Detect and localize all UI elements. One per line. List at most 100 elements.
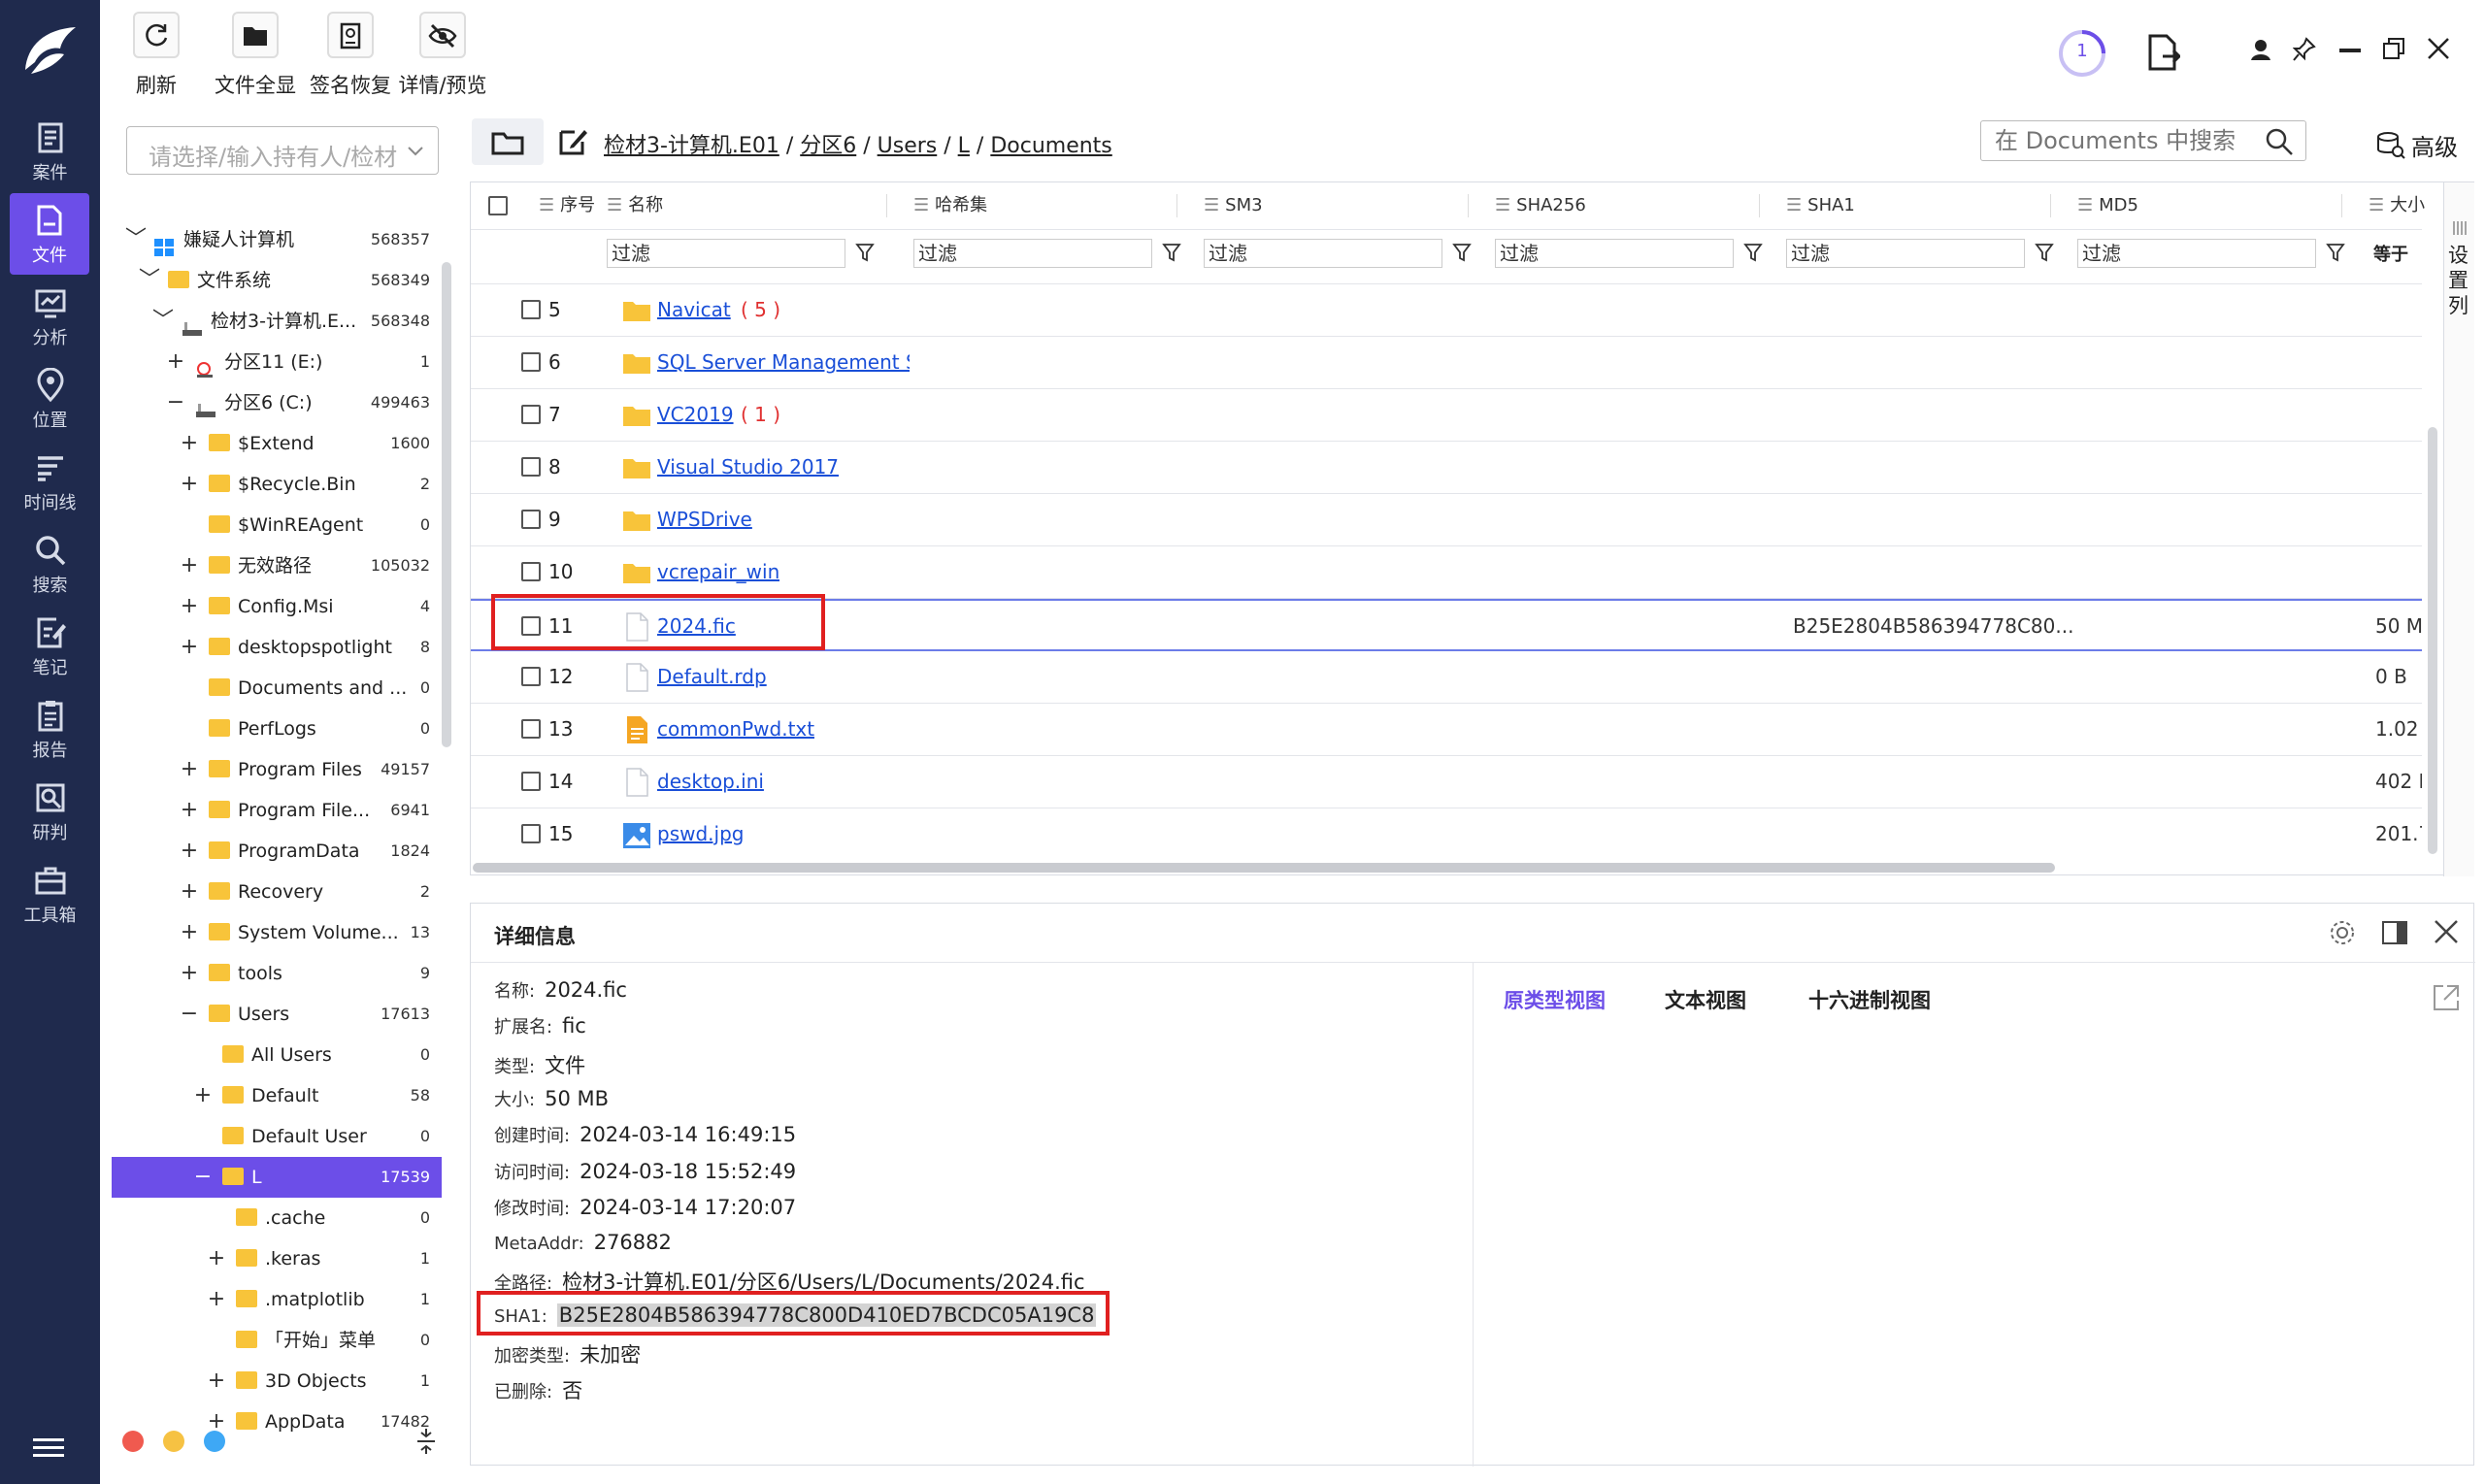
table-row[interactable]: 14 desktop.ini 402 B: [471, 756, 2422, 808]
tree-node[interactable]: + .keras 1: [112, 1238, 442, 1279]
nav-item-search[interactable]: 搜索: [0, 523, 100, 605]
expand-icon[interactable]: +: [207, 1361, 226, 1402]
expand-icon[interactable]: +: [180, 586, 199, 627]
filter-funnel-icon[interactable]: [1743, 243, 1763, 262]
expand-icon[interactable]: +: [180, 545, 199, 586]
search-input[interactable]: [1995, 127, 2257, 154]
file-name-link[interactable]: vcrepair_win: [657, 560, 779, 583]
tree-node[interactable]: + $Recycle.Bin 2: [112, 464, 442, 505]
expand-icon[interactable]: +: [166, 342, 185, 382]
collapse-icon[interactable]: ﹀: [152, 301, 174, 342]
table-row[interactable]: 7 VC2019 ( 1 ): [471, 389, 2422, 442]
table-row[interactable]: 12 Default.rdp 0 B: [471, 651, 2422, 704]
tree-scrollbar[interactable]: [442, 262, 451, 747]
detail-field-value[interactable]: 未加密: [580, 1343, 641, 1367]
tree-node[interactable]: + AppData 17482: [112, 1402, 442, 1433]
restore-icon[interactable]: [2382, 37, 2405, 60]
table-row[interactable]: 9 WPSDrive: [471, 494, 2422, 546]
row-checkbox[interactable]: [521, 719, 541, 739]
filter-input[interactable]: 过滤: [2077, 239, 2316, 268]
tree-node[interactable]: + desktopspotlight 8: [112, 627, 442, 668]
expand-icon[interactable]: +: [180, 831, 199, 872]
detail-field-value[interactable]: 2024-03-14 17:20:07: [580, 1196, 796, 1219]
breadcrumb-item[interactable]: L: [958, 134, 970, 158]
expand-icon[interactable]: +: [180, 464, 199, 505]
row-checkbox[interactable]: [521, 562, 541, 581]
filter-funnel-icon[interactable]: [1162, 243, 1181, 262]
collapse-icon[interactable]: −: [166, 382, 185, 423]
filter-funnel-icon[interactable]: [1452, 243, 1472, 262]
view-tab[interactable]: 文本视图: [1665, 985, 1746, 1014]
tree-node[interactable]: ﹀ 文件系统 568349: [112, 260, 442, 301]
column-header-index[interactable]: ☰ 序号: [539, 182, 595, 229]
collapse-icon[interactable]: −: [180, 994, 199, 1035]
filter-funnel-icon[interactable]: [855, 243, 875, 262]
expand-icon[interactable]: +: [180, 790, 199, 831]
detail-field-value[interactable]: 文件: [545, 1054, 585, 1077]
file-name-link[interactable]: pswd.jpg: [657, 822, 744, 845]
column-divider[interactable]: [1176, 194, 1177, 217]
popout-icon[interactable]: [2432, 983, 2461, 1012]
table-row[interactable]: 5 Navicat ( 5 ): [471, 284, 2422, 337]
column-divider[interactable]: [1759, 194, 1760, 217]
nav-item-judgment[interactable]: 研判: [0, 771, 100, 852]
toolbar-button-3[interactable]: 详情/预览: [386, 8, 499, 100]
nav-item-toolbox[interactable]: 工具箱: [0, 853, 100, 935]
gear-icon[interactable]: [2329, 919, 2356, 946]
tree-node[interactable]: ﹀ 嫌疑人计算机 568357: [112, 219, 442, 260]
table-row[interactable]: 8 Visual Studio 2017: [471, 442, 2422, 494]
expand-icon[interactable]: +: [180, 627, 199, 668]
blue-dot-icon[interactable]: [204, 1431, 225, 1452]
collapse-icon[interactable]: ﹀: [139, 260, 160, 301]
size-filter-mode[interactable]: 等于: [2373, 241, 2408, 266]
owner-select[interactable]: 请选择/输入持有人/检材: [126, 126, 439, 175]
column-header-hashset[interactable]: ☰ 哈希集: [913, 182, 987, 229]
expand-icon[interactable]: +: [207, 1402, 226, 1433]
filter-funnel-icon[interactable]: [2035, 243, 2054, 262]
tree-node[interactable]: + .matplotlib 1: [112, 1279, 442, 1320]
nav-item-notes[interactable]: 笔记: [0, 606, 100, 687]
red-dot-icon[interactable]: [122, 1431, 144, 1452]
column-header-md5[interactable]: ☰ MD5: [2077, 182, 2138, 229]
tree-node[interactable]: − Users 17613: [112, 994, 442, 1035]
row-checkbox[interactable]: [521, 300, 541, 319]
select-all-checkbox[interactable]: [488, 196, 508, 215]
tree-node[interactable]: + System Volume... 13: [112, 912, 442, 953]
breadcrumb-item[interactable]: Documents: [990, 134, 1111, 158]
nav-item-files[interactable]: 文件: [10, 193, 89, 275]
tree-node[interactable]: + 分区11 (E:) 1: [112, 342, 442, 382]
tree-node[interactable]: Default User 0: [112, 1116, 442, 1157]
collapse-icon[interactable]: ﹀: [125, 219, 147, 260]
settings-column-panel[interactable]: 设置列: [2443, 182, 2474, 876]
search-icon[interactable]: [2265, 127, 2294, 156]
table-row[interactable]: 6 SQL Server Management St: [471, 337, 2422, 389]
folder-view-button[interactable]: [472, 118, 544, 165]
minimize-icon[interactable]: [2339, 49, 2361, 52]
search-box[interactable]: [1980, 120, 2306, 161]
detail-field-value[interactable]: 2024-03-14 16:49:15: [580, 1123, 796, 1146]
tree-node[interactable]: + Default 58: [112, 1075, 442, 1116]
tree-node[interactable]: ﹀ 检材3-计算机.E... 568348: [112, 301, 442, 342]
expand-icon[interactable]: +: [193, 1075, 213, 1116]
tree-node[interactable]: + tools 9: [112, 953, 442, 994]
expand-icon[interactable]: +: [180, 872, 199, 912]
breadcrumb-item[interactable]: 检材3-计算机.E01: [604, 134, 779, 158]
tree-node[interactable]: − 分区6 (C:) 499463: [112, 382, 442, 423]
expand-icon[interactable]: +: [180, 953, 199, 994]
nav-item-timeline[interactable]: 时间线: [0, 441, 100, 522]
advanced-search-button[interactable]: 高级: [2376, 126, 2479, 161]
tree-node[interactable]: − L 17539: [112, 1157, 442, 1198]
column-divider[interactable]: [1468, 194, 1469, 217]
nav-item-report[interactable]: 报告: [0, 688, 100, 770]
detail-field-value[interactable]: 2024-03-18 15:52:49: [580, 1160, 796, 1183]
tree-node[interactable]: .cache 0: [112, 1198, 442, 1238]
yellow-dot-icon[interactable]: [163, 1431, 184, 1452]
horizontal-scrollbar[interactable]: [473, 863, 2055, 873]
filter-input[interactable]: 过滤: [1786, 239, 2025, 268]
file-name-link[interactable]: SQL Server Management St: [657, 350, 910, 374]
column-divider[interactable]: [2050, 194, 2051, 217]
task-progress-icon[interactable]: 1: [2056, 27, 2108, 80]
file-name-link[interactable]: VC2019: [657, 403, 734, 426]
collapse-all-icon[interactable]: [415, 1427, 437, 1456]
expand-icon[interactable]: +: [180, 912, 199, 953]
